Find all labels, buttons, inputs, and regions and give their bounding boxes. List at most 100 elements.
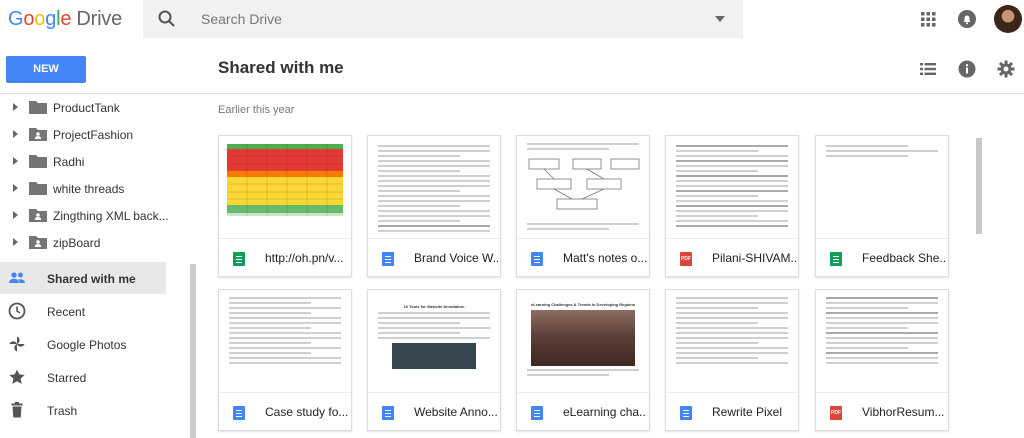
search-options-caret-icon[interactable] <box>715 16 725 22</box>
expand-arrow-icon[interactable] <box>13 184 18 192</box>
file-thumbnail <box>219 136 351 238</box>
folder-zipboard[interactable]: zipBoard <box>0 230 196 256</box>
file-footer: Brand Voice W... <box>368 238 500 276</box>
search-icon <box>158 10 175 27</box>
nav-recent[interactable]: Recent <box>0 295 166 327</box>
search-bar[interactable]: Search Drive <box>143 0 743 38</box>
docs-file-icon <box>382 406 394 420</box>
nav-label: Google Photos <box>47 338 127 352</box>
shared-folder-icon <box>29 209 47 222</box>
folder-icon <box>29 155 47 168</box>
nav-label: Shared with me <box>47 272 136 286</box>
file-footer: PDF VibhorResum... <box>816 392 948 430</box>
file-thumbnail <box>368 136 500 238</box>
account-avatar[interactable] <box>994 5 1022 33</box>
apps-grid-icon[interactable] <box>918 9 938 29</box>
file-card[interactable]: 10 Tools for Website Annotation Website … <box>367 289 501 431</box>
flowchart-preview <box>528 158 640 210</box>
file-footer: Matt's notes o... <box>517 238 649 276</box>
pdf-file-icon: PDF <box>830 406 842 420</box>
sheets-file-icon <box>830 252 842 266</box>
folder-projectfashion[interactable]: ProjectFashion <box>0 122 196 148</box>
section-label: Earlier this year <box>218 104 295 116</box>
sidebar: ProductTank ProjectFashion Radhi white t… <box>0 94 198 438</box>
docs-file-icon <box>233 406 245 420</box>
file-thumbnail <box>219 290 351 392</box>
folder-label: Radhi <box>53 155 85 169</box>
file-name: Brand Voice W... <box>414 251 498 265</box>
docs-file-icon <box>680 406 692 420</box>
nav-google-photos[interactable]: Google Photos <box>0 328 166 360</box>
file-footer: Case study fo... <box>219 392 351 430</box>
expand-arrow-icon[interactable] <box>13 211 18 219</box>
folder-label: Zingthing XML back... <box>53 209 169 223</box>
file-thumbnail: eLearning Challenges & Trends In Develop… <box>517 290 649 392</box>
file-name: Matt's notes o... <box>563 251 647 265</box>
file-name: eLearning cha... <box>563 405 647 419</box>
file-name: Rewrite Pixel <box>712 405 783 419</box>
file-name: Pilani-SHIVAM... <box>712 251 796 265</box>
notifications-bell-icon[interactable] <box>957 9 977 29</box>
thumbnail-title: 10 Tools for Website Annotation <box>403 304 465 309</box>
folder-icon <box>29 182 47 195</box>
folder-label: white threads <box>53 182 125 196</box>
page-title: Shared with me <box>218 58 344 77</box>
file-card[interactable]: PDF Pilani-SHIVAM... <box>665 135 799 277</box>
sidebar-scrollbar[interactable] <box>190 264 196 438</box>
info-icon[interactable] <box>958 60 976 78</box>
folder-icon <box>29 101 47 114</box>
pinwheel-icon <box>9 336 25 352</box>
nav-trash[interactable]: Trash <box>0 394 166 426</box>
nav-label: Trash <box>47 404 78 418</box>
nav-shared-with-me[interactable]: Shared with me <box>0 262 166 294</box>
thumbnail-photo <box>531 310 635 366</box>
file-card[interactable]: eLearning Challenges & Trends In Develop… <box>516 289 650 431</box>
file-name: Feedback She... <box>862 251 946 265</box>
expand-arrow-icon[interactable] <box>13 157 18 165</box>
file-thumbnail <box>816 136 948 238</box>
file-footer: Feedback She... <box>816 238 948 276</box>
nav-label: Starred <box>47 371 87 385</box>
folder-producttank[interactable]: ProductTank <box>0 95 196 121</box>
file-card[interactable]: Case study fo... <box>218 289 352 431</box>
docs-file-icon <box>531 252 543 266</box>
folder-radhi[interactable]: Radhi <box>0 149 196 175</box>
expand-arrow-icon[interactable] <box>13 238 18 246</box>
expand-arrow-icon[interactable] <box>13 130 18 138</box>
settings-gear-icon[interactable] <box>997 60 1015 78</box>
star-icon <box>9 369 25 384</box>
file-name: http://oh.pn/v... <box>265 251 344 265</box>
shared-folder-icon <box>29 128 47 141</box>
people-icon <box>9 272 25 283</box>
file-card[interactable]: http://oh.pn/v... <box>218 135 352 277</box>
main-scrollbar[interactable] <box>976 138 982 234</box>
pdf-file-icon: PDF <box>680 252 692 266</box>
file-card[interactable]: Rewrite Pixel <box>665 289 799 431</box>
file-card[interactable]: PDF VibhorResum... <box>815 289 949 431</box>
file-thumbnail <box>816 290 948 392</box>
file-card[interactable]: Brand Voice W... <box>367 135 501 277</box>
file-card[interactable]: Feedback She... <box>815 135 949 277</box>
file-thumbnail <box>666 290 798 392</box>
folder-label: ProjectFashion <box>53 128 134 142</box>
drive-logo[interactable]: Google Drive <box>8 8 122 31</box>
docs-file-icon <box>382 252 394 266</box>
folder-label: zipBoard <box>53 236 101 250</box>
sheets-file-icon <box>233 252 245 266</box>
new-button[interactable]: NEW <box>6 56 86 83</box>
folder-zingthing[interactable]: Zingthing XML back... <box>0 203 196 229</box>
list-view-icon[interactable] <box>919 60 937 78</box>
thumbnail-image <box>392 343 476 369</box>
file-footer: eLearning cha... <box>517 392 649 430</box>
nav-label: Recent <box>47 305 86 319</box>
folder-white-threads[interactable]: white threads <box>0 176 196 202</box>
folder-label: ProductTank <box>53 101 120 115</box>
expand-arrow-icon[interactable] <box>13 103 18 111</box>
file-card[interactable]: Matt's notes o... <box>516 135 650 277</box>
nav-starred[interactable]: Starred <box>0 361 166 393</box>
file-thumbnail <box>517 136 649 238</box>
search-input[interactable]: Search Drive <box>201 11 282 27</box>
spreadsheet-preview <box>227 144 343 216</box>
file-footer: http://oh.pn/v... <box>219 238 351 276</box>
trash-icon <box>11 402 23 418</box>
